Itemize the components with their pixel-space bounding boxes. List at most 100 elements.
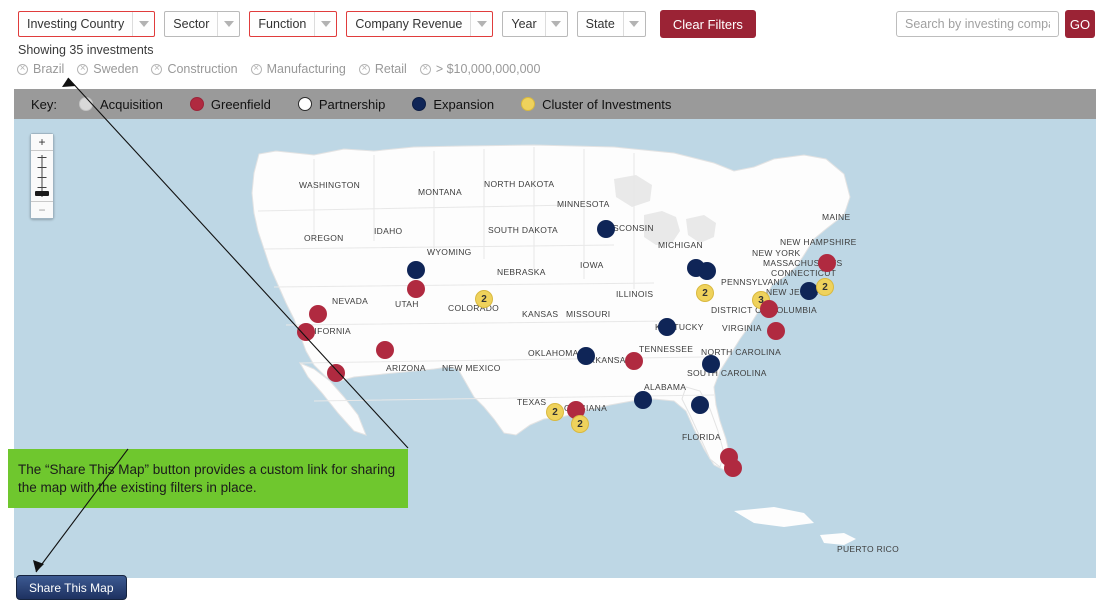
- map-marker-greenfield[interactable]: [407, 280, 425, 298]
- state-label: NEW HAMPSHIRE: [780, 237, 857, 247]
- filter-dropdown-label: Sector: [173, 17, 210, 31]
- map-marker-cluster[interactable]: 2: [546, 403, 564, 421]
- share-this-map-button[interactable]: Share This Map: [16, 575, 127, 600]
- state-label: COLORADO: [448, 303, 500, 313]
- state-label: MAINE: [822, 212, 851, 222]
- legend-marker-icon: [297, 97, 312, 111]
- state-label: SOUTH DAKOTA: [488, 225, 559, 235]
- remove-filter-icon[interactable]: [17, 63, 28, 75]
- map-marker-greenfield[interactable]: [724, 459, 742, 477]
- filter-dropdown-state[interactable]: State: [576, 11, 646, 37]
- map-marker-cluster[interactable]: 2: [475, 290, 493, 308]
- filter-toolbar: Investing Country Sector Function Company R…: [0, 0, 1111, 46]
- map-marker-expansion[interactable]: [658, 318, 676, 336]
- state-label: IOWA: [580, 260, 604, 270]
- remove-filter-icon[interactable]: [151, 63, 163, 75]
- state-label: WASHINGTON: [299, 180, 361, 190]
- map-marker-greenfield[interactable]: [376, 341, 394, 359]
- filter-chip[interactable]: Retail: [358, 62, 407, 76]
- map-marker-greenfield[interactable]: [760, 300, 778, 318]
- map-marker-greenfield[interactable]: [818, 254, 836, 272]
- zoom-in-button[interactable]: +: [31, 134, 53, 151]
- state-label: PUERTO RICO: [837, 544, 900, 554]
- remove-filter-icon[interactable]: [250, 63, 262, 75]
- map-marker-greenfield[interactable]: [767, 322, 785, 340]
- state-label: ARIZONA: [386, 363, 426, 373]
- map-marker-cluster[interactable]: 2: [816, 278, 834, 296]
- annotation-text: The “Share This Map” button provides a c…: [18, 461, 396, 495]
- legend-item-label: Acquisition: [100, 96, 163, 112]
- chevron-down-icon[interactable]: [470, 12, 492, 36]
- filter-dropdown-label: Function: [258, 17, 307, 31]
- map-marker-greenfield[interactable]: [625, 352, 643, 370]
- map-marker-greenfield[interactable]: [297, 323, 315, 341]
- filter-dropdown-group: Investing Country Sector Function Company R…: [18, 10, 756, 38]
- remove-filter-icon[interactable]: [419, 63, 431, 75]
- legend-item-greenfield: Greenfield: [189, 96, 271, 112]
- filter-dropdown-sector[interactable]: Sector: [164, 11, 241, 37]
- search-go-button[interactable]: GO: [1065, 10, 1095, 38]
- chevron-down-icon[interactable]: [132, 12, 154, 36]
- chevron-down-icon[interactable]: [622, 12, 645, 36]
- filter-dropdown-investing-country[interactable]: Investing Country: [18, 11, 156, 37]
- state-label: TEXAS: [517, 397, 547, 407]
- map-marker-expansion[interactable]: [634, 391, 652, 409]
- filter-dropdown-function[interactable]: Function: [249, 11, 338, 37]
- chevron-down-icon[interactable]: [217, 12, 239, 36]
- clear-filters-button[interactable]: Clear Filters: [659, 10, 756, 38]
- state-label: UTAH: [395, 299, 419, 309]
- state-label: KANSAS: [522, 309, 559, 319]
- legend-item-label: Partnership: [318, 96, 386, 112]
- filter-chip-label: Sweden: [93, 62, 139, 76]
- state-label: NEVADA: [332, 296, 369, 306]
- state-label: OKLAHOMA: [528, 348, 579, 358]
- filter-chip[interactable]: > $10,000,000,000: [419, 62, 541, 76]
- map-marker-cluster[interactable]: 2: [696, 284, 714, 302]
- map-marker-expansion[interactable]: [691, 396, 709, 414]
- filter-dropdown-year[interactable]: Year: [502, 11, 568, 37]
- state-label: IDAHO: [374, 226, 403, 236]
- remove-filter-icon[interactable]: [358, 63, 370, 75]
- legend-marker-icon: [189, 97, 204, 111]
- zoom-out-button[interactable]: −: [31, 201, 53, 218]
- map-marker-expansion[interactable]: [597, 220, 615, 238]
- filter-dropdown-label: Investing Country: [27, 17, 125, 31]
- state-label: MONTANA: [418, 187, 462, 197]
- zoom-slider-handle[interactable]: [35, 191, 49, 196]
- filter-chip[interactable]: Construction: [151, 62, 238, 76]
- state-label: PENNSYLVANIA: [721, 277, 789, 287]
- filter-chip[interactable]: Sweden: [77, 62, 138, 76]
- zoom-slider-track[interactable]: [31, 151, 53, 201]
- zoom-tick: [37, 177, 47, 178]
- map-marker-expansion[interactable]: [577, 347, 595, 365]
- filter-chip-label: Construction: [167, 62, 238, 76]
- filter-chip[interactable]: Manufacturing: [250, 62, 346, 76]
- chevron-down-icon[interactable]: [544, 12, 567, 36]
- map-marker-expansion[interactable]: [407, 261, 425, 279]
- legend-item-partnership: Partnership: [297, 96, 386, 112]
- map-marker-expansion[interactable]: [702, 355, 720, 373]
- filter-chip-label: > $10,000,000,000: [435, 62, 541, 76]
- legend-item-label: Greenfield: [210, 96, 271, 112]
- map-marker-greenfield[interactable]: [309, 305, 327, 323]
- investment-map[interactable]: WASHINGTON MONTANA NORTH DAKOTA OREGON IDAHO…: [14, 119, 1096, 578]
- chevron-down-icon[interactable]: [314, 12, 336, 36]
- search-area: GO: [896, 10, 1095, 38]
- map-marker-greenfield[interactable]: [327, 364, 345, 382]
- remove-filter-icon[interactable]: [77, 63, 89, 75]
- filter-dropdown-label: Year: [511, 17, 537, 31]
- state-label: NEW MEXICO: [442, 363, 501, 373]
- filter-dropdown-label: Company Revenue: [355, 17, 463, 31]
- map-marker-expansion[interactable]: [698, 262, 716, 280]
- state-label: WYOMING: [427, 247, 472, 257]
- legend-item-acquisition: Acquisition: [79, 97, 163, 112]
- search-input[interactable]: [896, 11, 1059, 37]
- filter-chip-label: Manufacturing: [266, 62, 346, 76]
- filter-chip[interactable]: Brazil: [17, 62, 64, 76]
- legend-title: Key:: [31, 96, 58, 112]
- state-label: MINNESOTA: [557, 199, 610, 209]
- results-count: Showing 35 investments: [18, 43, 154, 57]
- map-zoom-control[interactable]: + −: [30, 133, 54, 219]
- map-marker-cluster[interactable]: 2: [571, 415, 589, 433]
- filter-dropdown-company-revenue[interactable]: Company Revenue: [346, 11, 494, 37]
